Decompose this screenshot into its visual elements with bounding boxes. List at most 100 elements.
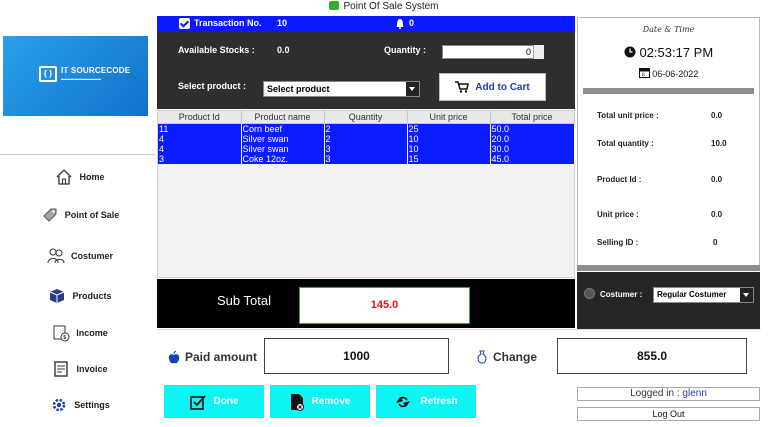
table-cell: 3 bbox=[324, 153, 408, 164]
paid-amount-input[interactable]: 1000 bbox=[264, 338, 449, 374]
chevron-down-icon bbox=[740, 288, 753, 302]
sidebar-divider bbox=[0, 154, 155, 155]
cart-icon bbox=[455, 81, 470, 93]
transaction-label: Transaction No. bbox=[194, 18, 262, 28]
remove-label: Remove bbox=[311, 396, 351, 407]
window-title-bar: Point Of Sale System bbox=[0, 0, 768, 14]
unit-price-value: 0.0 bbox=[711, 210, 723, 219]
sidebar-item-label: Products bbox=[72, 291, 112, 301]
customer-label: Costumer : bbox=[600, 290, 643, 299]
customer-select-value: Regular Costumer bbox=[657, 290, 727, 299]
table-row[interactable]: 4 Silver swan 2 10 20.0 bbox=[158, 133, 575, 144]
invoice-icon bbox=[54, 361, 69, 377]
clock-icon bbox=[624, 46, 636, 58]
table-cell: 30.0 bbox=[490, 143, 575, 154]
svg-text:6: 6 bbox=[642, 73, 645, 79]
sidebar-item-point-of-sale[interactable]: Point of Sale bbox=[20, 203, 140, 227]
stock-value: 0.0 bbox=[277, 45, 290, 55]
table-cell: 45.0 bbox=[490, 153, 575, 164]
table-row[interactable]: 4 Silver swan 3 10 30.0 bbox=[158, 143, 575, 154]
refresh-icon bbox=[396, 396, 411, 407]
column-header[interactable]: Product Id bbox=[158, 111, 242, 124]
column-header[interactable]: Quantity bbox=[324, 111, 408, 124]
table-cell: 10 bbox=[407, 133, 491, 144]
sidebar-item-products[interactable]: Products bbox=[20, 284, 140, 308]
subtotal-label: Sub Total bbox=[217, 293, 271, 308]
quantity-spin-icon[interactable] bbox=[533, 45, 544, 59]
sidebar-item-settings[interactable]: Settings bbox=[20, 393, 140, 417]
table-cell: 50.0 bbox=[490, 123, 575, 134]
table-cell: 11 bbox=[158, 123, 242, 134]
time-value: 02:53:17 PM bbox=[639, 45, 714, 60]
table-cell: Silver swan bbox=[241, 133, 325, 144]
column-header[interactable]: Product name bbox=[241, 111, 325, 124]
customer-radio[interactable] bbox=[584, 288, 595, 299]
logo-mark-icon: { } bbox=[39, 66, 57, 82]
datetime-title: Date & Time bbox=[642, 25, 695, 34]
notification-count: 0 bbox=[409, 18, 415, 28]
add-to-cart-button[interactable]: Add to Cart bbox=[439, 73, 546, 101]
gear-icon bbox=[52, 398, 66, 412]
quantity-label: Quantity : bbox=[384, 45, 426, 55]
table-row[interactable]: 3 Coke 12oz. 3 15 45.0 bbox=[158, 153, 575, 164]
product-id-value: 0.0 bbox=[711, 175, 723, 184]
box-icon bbox=[50, 289, 65, 303]
sidebar-item-invoice[interactable]: Invoice bbox=[20, 357, 140, 381]
product-id-label: Product Id : bbox=[597, 175, 642, 184]
sidebar-item-home[interactable]: Home bbox=[20, 165, 140, 189]
cart-table-grid: Product Id Product name Quantity Unit price… bbox=[158, 111, 575, 164]
remove-button[interactable]: Remove bbox=[270, 385, 370, 418]
tag-icon bbox=[43, 208, 57, 222]
table-cell: 2 bbox=[324, 133, 408, 144]
users-icon bbox=[47, 248, 65, 264]
home-icon bbox=[57, 169, 72, 185]
date-value: 06-06-2022 bbox=[652, 69, 699, 79]
selling-id-value: 0 bbox=[713, 238, 718, 247]
column-header[interactable]: Unit price bbox=[407, 111, 491, 124]
sidebar-item-costumer[interactable]: Costumer bbox=[20, 244, 140, 268]
change-label: Change bbox=[476, 350, 537, 364]
sidebar-item-label: Settings bbox=[74, 400, 110, 410]
cart-icon bbox=[329, 1, 340, 10]
table-cell: 10 bbox=[407, 143, 491, 154]
logo-brand: IT SOURCECODE bbox=[61, 66, 131, 75]
sidebar-item-label: Point of Sale bbox=[64, 210, 120, 220]
quantity-stepper[interactable]: 0 bbox=[442, 45, 544, 59]
paid-amount-label: Paid amount bbox=[168, 350, 257, 364]
refresh-button[interactable]: Refresh bbox=[376, 385, 476, 418]
product-select[interactable]: Select product bbox=[263, 81, 420, 97]
total-quantity-label: Total quantity : bbox=[597, 139, 654, 148]
table-cell: 15 bbox=[407, 153, 491, 164]
table-row[interactable]: 11 Corn beef 2 25 50.0 bbox=[158, 123, 575, 134]
table-cell: 2 bbox=[324, 123, 408, 134]
delete-file-icon bbox=[290, 393, 304, 411]
change-text: Change bbox=[493, 350, 538, 364]
date-display: 6 06-06-2022 bbox=[577, 67, 760, 79]
transaction-bar: Transaction No. 10 0 bbox=[157, 16, 575, 31]
table-cell: 3 bbox=[158, 153, 242, 164]
check-square-icon bbox=[189, 394, 206, 410]
logo: { } IT SOURCECODE ▬▬▬▬▬▬▬▬▬▬ bbox=[3, 36, 148, 116]
logo-tagline-icon: ▬▬▬▬▬▬▬▬▬▬ bbox=[61, 76, 101, 81]
money-bag-icon bbox=[477, 350, 487, 364]
sidebar-item-label: Costumer bbox=[70, 251, 113, 261]
window-title: Point Of Sale System bbox=[343, 1, 439, 12]
customer-select[interactable]: Regular Costumer bbox=[653, 287, 754, 303]
logged-in-label: Logged in : bbox=[630, 388, 680, 399]
bell-icon bbox=[396, 19, 404, 29]
table-cell: 20.0 bbox=[490, 133, 575, 144]
done-label: Done bbox=[213, 396, 239, 407]
refresh-label: Refresh bbox=[420, 396, 458, 407]
product-select-value: Select product bbox=[267, 84, 330, 94]
table-header-row: Product Id Product name Quantity Unit price… bbox=[158, 111, 575, 124]
done-button[interactable]: Done bbox=[164, 385, 264, 418]
cart-table: Product Id Product name Quantity Unit price… bbox=[157, 110, 575, 278]
table-cell: 3 bbox=[324, 143, 408, 154]
column-header[interactable]: Total price bbox=[490, 111, 575, 124]
logout-button[interactable]: Log Out bbox=[577, 407, 760, 421]
sidebar-item-income[interactable]: $ Income bbox=[20, 321, 140, 345]
table-cell: 25 bbox=[407, 123, 491, 134]
total-quantity-value: 10.0 bbox=[711, 139, 727, 148]
product-label: Select product : bbox=[178, 81, 247, 91]
apple-icon bbox=[168, 350, 180, 363]
